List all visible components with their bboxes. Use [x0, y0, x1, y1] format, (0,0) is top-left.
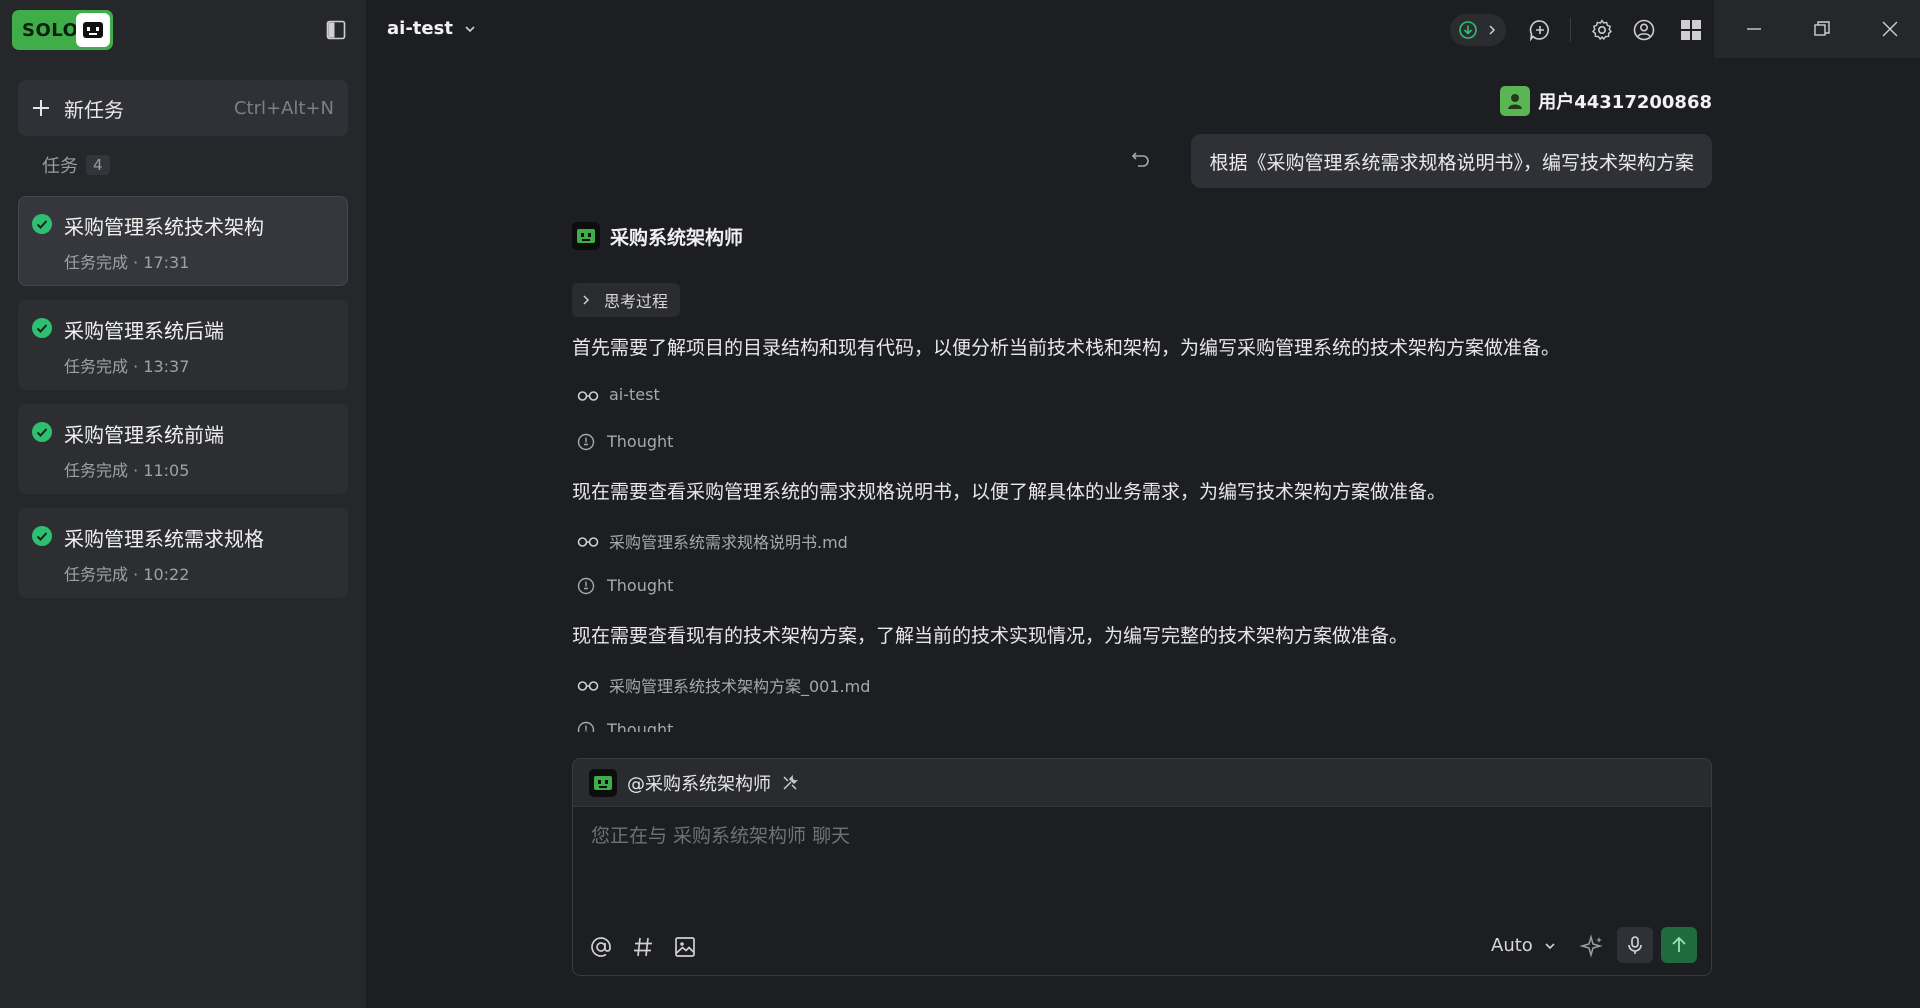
file-reference[interactable]: ai-test [577, 385, 660, 404]
file-reference[interactable]: 采购管理系统技术架构方案_001.md [577, 673, 870, 697]
model-label: Auto [1491, 935, 1533, 956]
thought-item[interactable]: Thought [577, 576, 673, 595]
glasses-icon [577, 681, 599, 691]
chevron-right-icon [1489, 25, 1496, 35]
send-button[interactable] [1661, 927, 1697, 963]
chat-scroll-edge: Thought [560, 720, 1720, 732]
glasses-icon [577, 390, 599, 401]
file-reference[interactable]: 采购管理系统需求规格说明书.md [577, 529, 848, 553]
new-task-shortcut: Ctrl+Alt+N [233, 97, 334, 119]
chevron-down-icon [465, 25, 475, 32]
account-icon[interactable] [1632, 18, 1656, 42]
chevron-right-icon [583, 295, 590, 305]
thought-item[interactable]: Thought [577, 720, 673, 732]
check-circle-icon [32, 318, 52, 338]
solo-logo[interactable]: SOLO [12, 10, 113, 50]
arrow-up-icon [1672, 936, 1686, 952]
hashtag-icon[interactable] [631, 935, 655, 959]
new-task-button[interactable]: 新任务 Ctrl+Alt+N [18, 80, 348, 136]
robot-logo-icon [76, 13, 110, 47]
user-header: 用户44317200868 [1500, 86, 1712, 116]
thinking-label: 思考过程 [604, 292, 669, 311]
chat-input[interactable] [591, 825, 1691, 847]
download-icon [1459, 21, 1477, 39]
task-status: 任务完成 · 11:05 [64, 461, 190, 480]
thought-icon [577, 721, 595, 732]
sidebar-toggle-icon[interactable] [325, 19, 347, 41]
file-reference-label: ai-test [609, 385, 660, 404]
thinking-process-toggle[interactable]: 思考过程 [572, 283, 681, 317]
minimize-icon[interactable] [1743, 18, 1765, 40]
agent-avatar-icon [589, 768, 617, 797]
chat-composer: @采购系统架构师 Auto [572, 758, 1712, 976]
check-circle-icon [32, 526, 52, 546]
project-selector[interactable]: ai-test [387, 18, 477, 39]
file-reference-label: 采购管理系统需求规格说明书.md [609, 533, 848, 552]
agent-message-text: 首先需要了解项目的目录结构和现有代码，以便分析当前技术栈和架构，为编写采购管理系… [572, 337, 1561, 359]
window-controls [1714, 0, 1920, 58]
task-status: 任务完成 · 13:37 [64, 357, 190, 376]
user-message-bubble: 根据《采购管理系统需求规格说明书》，编写技术架构方案 [1191, 134, 1712, 188]
tools-icon[interactable] [781, 774, 799, 792]
gear-icon[interactable] [1590, 18, 1614, 42]
task-item[interactable]: 采购管理系统后端 任务完成 · 13:37 [18, 300, 348, 390]
composer-mention-bar: @采购系统架构师 [573, 759, 1711, 807]
microphone-icon [1628, 936, 1642, 954]
new-task-label: 新任务 [64, 97, 124, 122]
task-title: 采购管理系统需求规格 [64, 527, 264, 551]
task-item[interactable]: 采购管理系统前端 任务完成 · 11:05 [18, 404, 348, 494]
at-mention-icon[interactable] [589, 935, 613, 959]
thought-item[interactable]: Thought [577, 432, 673, 451]
toolbar-divider [1570, 18, 1571, 42]
task-item[interactable]: 采购管理系统技术架构 任务完成 · 17:31 [18, 196, 348, 286]
logo-text: SOLO [22, 19, 79, 41]
plus-icon [33, 100, 49, 116]
task-item[interactable]: 采购管理系统需求规格 任务完成 · 10:22 [18, 508, 348, 598]
task-title: 采购管理系统后端 [64, 319, 224, 343]
agent-avatar-icon [572, 222, 600, 250]
task-status: 任务完成 · 17:31 [64, 253, 190, 272]
thought-label: Thought [607, 576, 674, 595]
user-avatar [1500, 86, 1531, 116]
chevron-down-icon [1545, 942, 1555, 949]
glasses-icon [577, 537, 599, 547]
check-circle-icon [32, 422, 52, 442]
sidebar: SOLO 新任务 Ctrl+Alt+N 任务 4 采购管理系统技术架构 任务完成… [0, 0, 366, 1008]
thought-label: Thought [607, 432, 674, 451]
thought-icon [577, 577, 595, 594]
microphone-button[interactable] [1617, 927, 1653, 963]
agent-mention[interactable]: @采购系统架构师 [627, 770, 771, 796]
image-icon[interactable] [673, 935, 697, 959]
undo-icon[interactable] [1130, 148, 1152, 170]
tasks-count-badge: 4 [86, 155, 110, 175]
new-chat-icon[interactable] [1528, 18, 1552, 42]
model-selector[interactable]: Auto [1491, 935, 1557, 956]
task-title: 采购管理系统技术架构 [64, 215, 264, 239]
file-reference-label: 采购管理系统技术架构方案_001.md [609, 677, 871, 696]
task-title: 采购管理系统前端 [64, 423, 224, 447]
task-status: 任务完成 · 10:22 [64, 565, 190, 584]
agent-message-text: 现在需要查看采购管理系统的需求规格说明书，以便了解具体的业务需求，为编写技术架构… [572, 481, 1447, 503]
restore-icon[interactable] [1811, 18, 1833, 40]
thought-icon [577, 433, 595, 450]
download-update-button[interactable] [1450, 14, 1506, 46]
agent-header: 采购系统架构师 [572, 222, 743, 250]
person-icon [1508, 94, 1523, 109]
agent-message-text: 现在需要查看现有的技术架构方案，了解当前的技术实现情况，为编写完整的技术架构方案… [572, 625, 1409, 647]
check-circle-icon [32, 214, 52, 234]
agent-name: 采购系统架构师 [610, 226, 744, 249]
thought-label: Thought [607, 720, 674, 732]
project-name: ai-test [387, 18, 453, 39]
tasks-header: 任务 4 [42, 152, 110, 178]
sparkle-icon[interactable] [1579, 934, 1605, 960]
layout-grid-icon[interactable] [1680, 19, 1702, 41]
tasks-header-label: 任务 [42, 156, 78, 177]
close-icon[interactable] [1879, 18, 1901, 40]
user-name: 用户44317200868 [1538, 92, 1712, 113]
